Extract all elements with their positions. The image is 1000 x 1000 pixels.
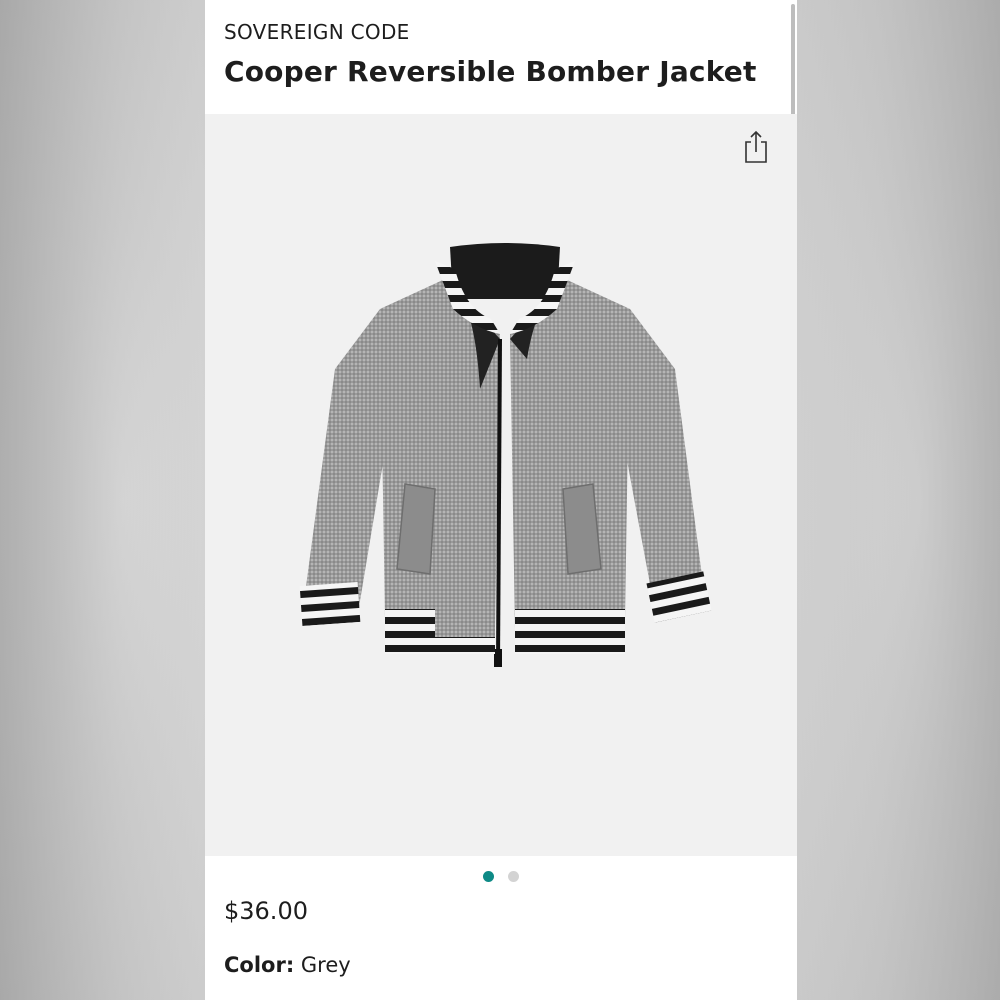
product-title: Cooper Reversible Bomber Jacket	[224, 55, 757, 88]
background-blur-left	[0, 0, 205, 1000]
gallery-dot-1[interactable]	[483, 870, 494, 882]
product-image-gallery[interactable]	[205, 114, 797, 856]
share-icon	[745, 130, 767, 163]
background-blur-right	[795, 0, 1000, 1000]
color-value: Grey	[300, 953, 351, 977]
product-header: SOVEREIGN CODE Cooper Reversible Bomber …	[205, 0, 797, 114]
share-button[interactable]	[743, 130, 769, 164]
gallery-dot-2[interactable]	[508, 870, 519, 882]
product-color: Color: Grey	[224, 953, 351, 977]
gallery-pagination	[205, 868, 797, 884]
product-page: SOVEREIGN CODE Cooper Reversible Bomber …	[205, 0, 797, 1000]
product-image-jacket	[299, 243, 712, 667]
color-label: Color:	[224, 953, 295, 977]
brand-name[interactable]: SOVEREIGN CODE	[224, 20, 410, 44]
product-price: $36.00	[224, 897, 308, 925]
